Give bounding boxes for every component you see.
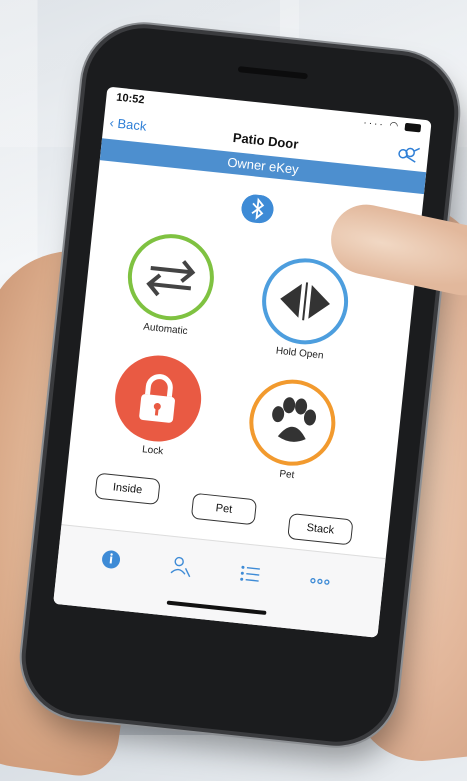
lock-mode-button[interactable]: [110, 351, 206, 446]
paw-icon: [272, 397, 317, 442]
padlock-icon: [139, 374, 175, 423]
pet-mode-button[interactable]: [245, 375, 340, 470]
more-icon[interactable]: [303, 565, 336, 598]
hold-open-icon: [280, 282, 330, 321]
hold-open-label: Hold Open: [275, 345, 324, 362]
automatic-mode-button[interactable]: [123, 229, 219, 325]
stack-button[interactable]: Stack: [287, 512, 354, 546]
signal-icon: ····: [362, 117, 386, 131]
phone: 10:52 ···· ◠ ‹ Back Patio Door Owner eKe…: [19, 22, 461, 748]
pet-label: Pet: [278, 468, 295, 482]
list-icon[interactable]: [234, 558, 267, 591]
wifi-icon: ◠: [388, 120, 401, 133]
hold-open-mode-button[interactable]: [257, 254, 353, 349]
users-icon[interactable]: [164, 550, 197, 583]
battery-icon: [404, 123, 422, 133]
status-icons: ···· ◠: [362, 117, 422, 134]
keys-icon[interactable]: [395, 143, 421, 165]
phone-screen: 10:52 ···· ◠ ‹ Back Patio Door Owner eKe…: [53, 86, 432, 638]
phone-speaker: [237, 66, 308, 80]
automatic-label: Automatic: [142, 321, 189, 338]
inside-button[interactable]: Inside: [94, 472, 161, 506]
swap-arrows-icon: [146, 260, 196, 297]
status-time: 10:52: [115, 91, 145, 107]
bluetooth-icon[interactable]: [240, 193, 275, 225]
pet-option-button[interactable]: Pet: [190, 492, 258, 526]
info-icon[interactable]: [95, 543, 128, 576]
